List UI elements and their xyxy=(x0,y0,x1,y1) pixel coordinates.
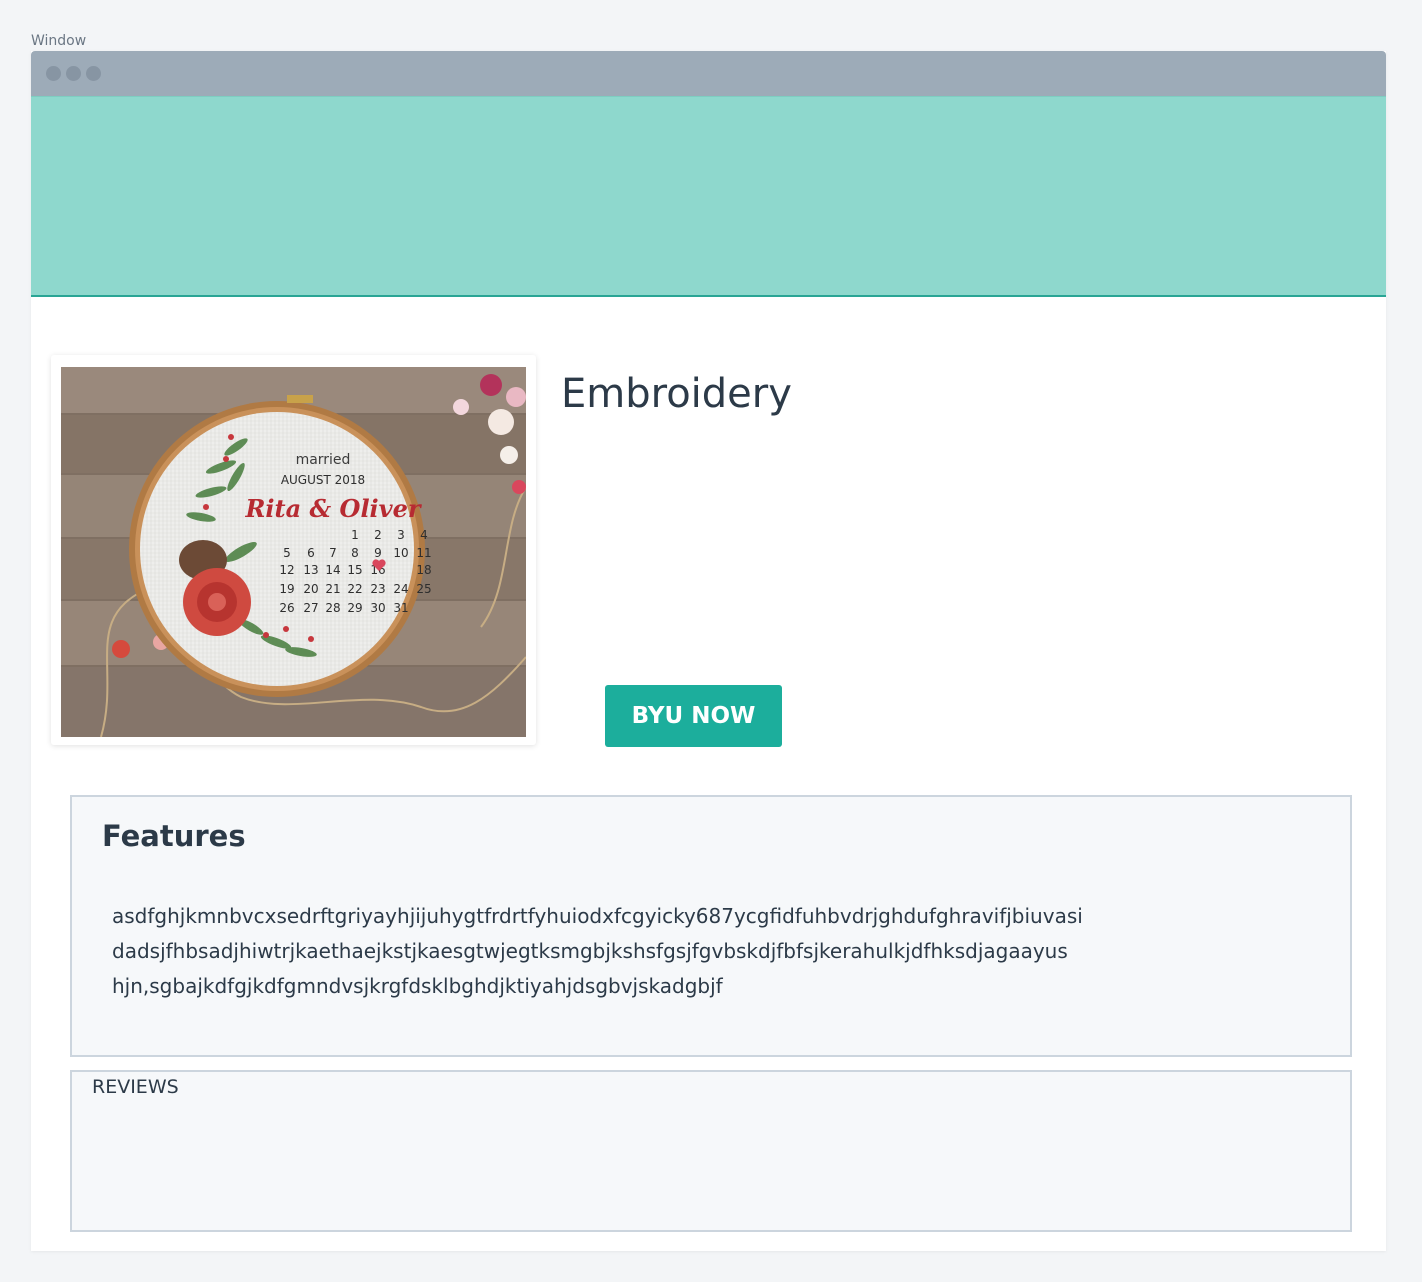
calendar-day: 21 xyxy=(325,582,340,596)
calendar-day: 27 xyxy=(303,601,318,615)
reviews-label: REVIEWS xyxy=(92,1076,179,1098)
image-text-names: Rita & Oliver xyxy=(244,494,422,523)
calendar-day: 26 xyxy=(279,601,294,615)
calendar-day: 31 xyxy=(393,601,408,615)
app-window: married AUGUST 2018 Rita & Oliver 123456… xyxy=(31,51,1386,1251)
calendar-day: 13 xyxy=(303,563,318,577)
features-line: asdfghjkmnbvcxsedrftgriyayhjijuhygtfrdrt… xyxy=(112,904,1083,928)
calendar-day: 9 xyxy=(374,546,382,560)
image-text-married: married xyxy=(296,452,351,468)
calendar-day: 3 xyxy=(397,528,405,542)
window-maximize-dot[interactable] xyxy=(86,66,101,81)
calendar-day: 6 xyxy=(307,546,315,560)
calendar-day: 11 xyxy=(416,546,431,560)
calendar-day: 23 xyxy=(370,582,385,596)
features-panel: Features asdfghjkmnbvcxsedrftgriyayhjiju… xyxy=(70,795,1352,1057)
features-heading: Features xyxy=(102,819,246,853)
features-description: asdfghjkmnbvcxsedrftgriyayhjijuhygtfrdrt… xyxy=(112,899,1292,1004)
calendar-day: 15 xyxy=(347,563,362,577)
calendar-day: 12 xyxy=(279,563,294,577)
product-title: Embroidery xyxy=(561,371,792,417)
image-text-month: AUGUST 2018 xyxy=(281,473,365,487)
calendar-day: 8 xyxy=(351,546,359,560)
window-close-dot[interactable] xyxy=(46,66,61,81)
calendar-day: 29 xyxy=(347,601,362,615)
calendar-day: 18 xyxy=(416,563,431,577)
product-image-card: married AUGUST 2018 Rita & Oliver 123456… xyxy=(51,355,536,745)
calendar-day: 7 xyxy=(329,546,337,560)
header-banner xyxy=(31,96,1386,297)
calendar-day: 24 xyxy=(393,582,408,596)
window-titlebar[interactable] xyxy=(31,51,1386,96)
reviews-panel: REVIEWS xyxy=(70,1070,1352,1232)
window-label: Window xyxy=(31,33,87,49)
calendar-day: 30 xyxy=(370,601,385,615)
calendar-day: 22 xyxy=(347,582,362,596)
calendar-day: 10 xyxy=(393,546,408,560)
calendar-day: 25 xyxy=(416,582,431,596)
calendar-day: 4 xyxy=(420,528,428,542)
calendar-day: 28 xyxy=(325,601,340,615)
calendar-day: 14 xyxy=(325,563,340,577)
calendar-day: 19 xyxy=(279,582,294,596)
calendar-day: 5 xyxy=(283,546,291,560)
window-minimize-dot[interactable] xyxy=(66,66,81,81)
features-line: hjn,sgbajkdfgjkdfgmndvsjkrgfdsklbghdjkti… xyxy=(112,974,723,998)
product-image: married AUGUST 2018 Rita & Oliver 1 2 3 45 6… xyxy=(61,367,526,737)
features-line: dadsjfhbsadjhiwtrjkaethaejkstjkaesgtwjeg… xyxy=(112,939,1068,963)
buy-now-button[interactable]: BYU NOW xyxy=(605,685,782,747)
calendar-day: 1 xyxy=(351,528,359,542)
calendar-day: 20 xyxy=(303,582,318,596)
calendar-day: 2 xyxy=(374,528,382,542)
